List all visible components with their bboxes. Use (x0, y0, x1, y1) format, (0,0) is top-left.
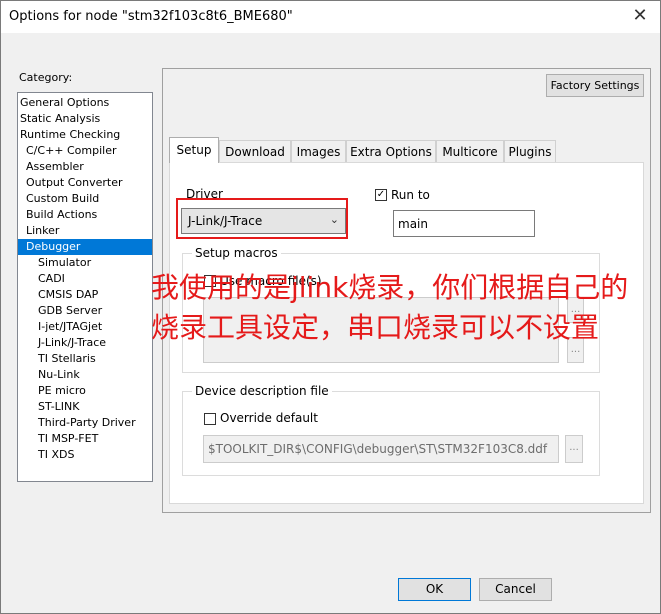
category-item[interactable]: J-Link/J-Trace (18, 335, 152, 351)
category-item[interactable]: Debugger (18, 239, 152, 255)
tab-extra-options[interactable]: Extra Options (346, 140, 436, 162)
device-browse-button[interactable]: ... (565, 435, 583, 463)
cancel-button[interactable]: Cancel (479, 578, 552, 601)
override-default-label: Override default (220, 411, 318, 425)
category-item[interactable]: Custom Build (18, 191, 152, 207)
device-description-path[interactable]: $TOOLKIT_DIR$\CONFIG\debugger\ST\STM32F1… (203, 435, 559, 463)
run-to-label: Run to (391, 188, 430, 202)
tab-multicore[interactable]: Multicore (436, 140, 504, 162)
run-to-input[interactable]: main (393, 210, 535, 237)
factory-settings-button[interactable]: Factory Settings (546, 74, 644, 97)
setup-macros-title: Setup macros (192, 246, 281, 260)
category-item[interactable]: Linker (18, 223, 152, 239)
annotation-line-2: 烧录工具设定，串口烧录可以不设置 (151, 311, 600, 344)
override-default-checkbox[interactable] (204, 413, 216, 425)
category-item[interactable]: Static Analysis (18, 111, 152, 127)
category-item[interactable]: Runtime Checking (18, 127, 152, 143)
tab-images[interactable]: Images (291, 140, 346, 162)
category-item[interactable]: CADI (18, 271, 152, 287)
annotation-line-1: 我使用的是jlink烧录，你们根据自己的 (151, 271, 629, 304)
device-description-title: Device description file (192, 384, 332, 398)
checkmark-icon: ✓ (376, 189, 386, 200)
category-item[interactable]: CMSIS DAP (18, 287, 152, 303)
category-label: Category: (19, 71, 73, 84)
category-item[interactable]: C/C++ Compiler (18, 143, 152, 159)
category-item[interactable]: ST-LINK (18, 399, 152, 415)
category-item[interactable]: Output Converter (18, 175, 152, 191)
window-title: Options for node "stm32f103c8t6_BME680" (9, 9, 293, 24)
tab-setup[interactable]: Setup (169, 137, 219, 163)
category-item[interactable]: GDB Server (18, 303, 152, 319)
tab-plugins[interactable]: Plugins (504, 140, 556, 162)
category-list[interactable]: General Options Static Analysis Runtime Ch… (17, 92, 153, 482)
tab-download[interactable]: Download (219, 140, 291, 162)
category-item[interactable]: TI MSP-FET (18, 431, 152, 447)
ok-button[interactable]: OK (398, 578, 471, 601)
category-item[interactable]: Assembler (18, 159, 152, 175)
run-to-checkbox[interactable]: ✓ (375, 189, 387, 201)
highlight-box (176, 198, 348, 239)
category-item[interactable]: I-jet/JTAGjet (18, 319, 152, 335)
category-item[interactable]: TI Stellaris (18, 351, 152, 367)
category-item[interactable]: Nu-Link (18, 367, 152, 383)
device-description-group (182, 391, 600, 476)
category-item[interactable]: Simulator (18, 255, 152, 271)
category-item[interactable]: PE micro (18, 383, 152, 399)
category-item[interactable]: Build Actions (18, 207, 152, 223)
category-item[interactable]: TI XDS (18, 447, 152, 463)
options-dialog: Options for node "stm32f103c8t6_BME680" … (0, 0, 661, 614)
category-item[interactable]: Third-Party Driver (18, 415, 152, 431)
close-icon[interactable]: ✕ (630, 5, 650, 27)
title-bar: Options for node "stm32f103c8t6_BME680" … (1, 1, 660, 33)
category-item[interactable]: General Options (18, 95, 152, 111)
